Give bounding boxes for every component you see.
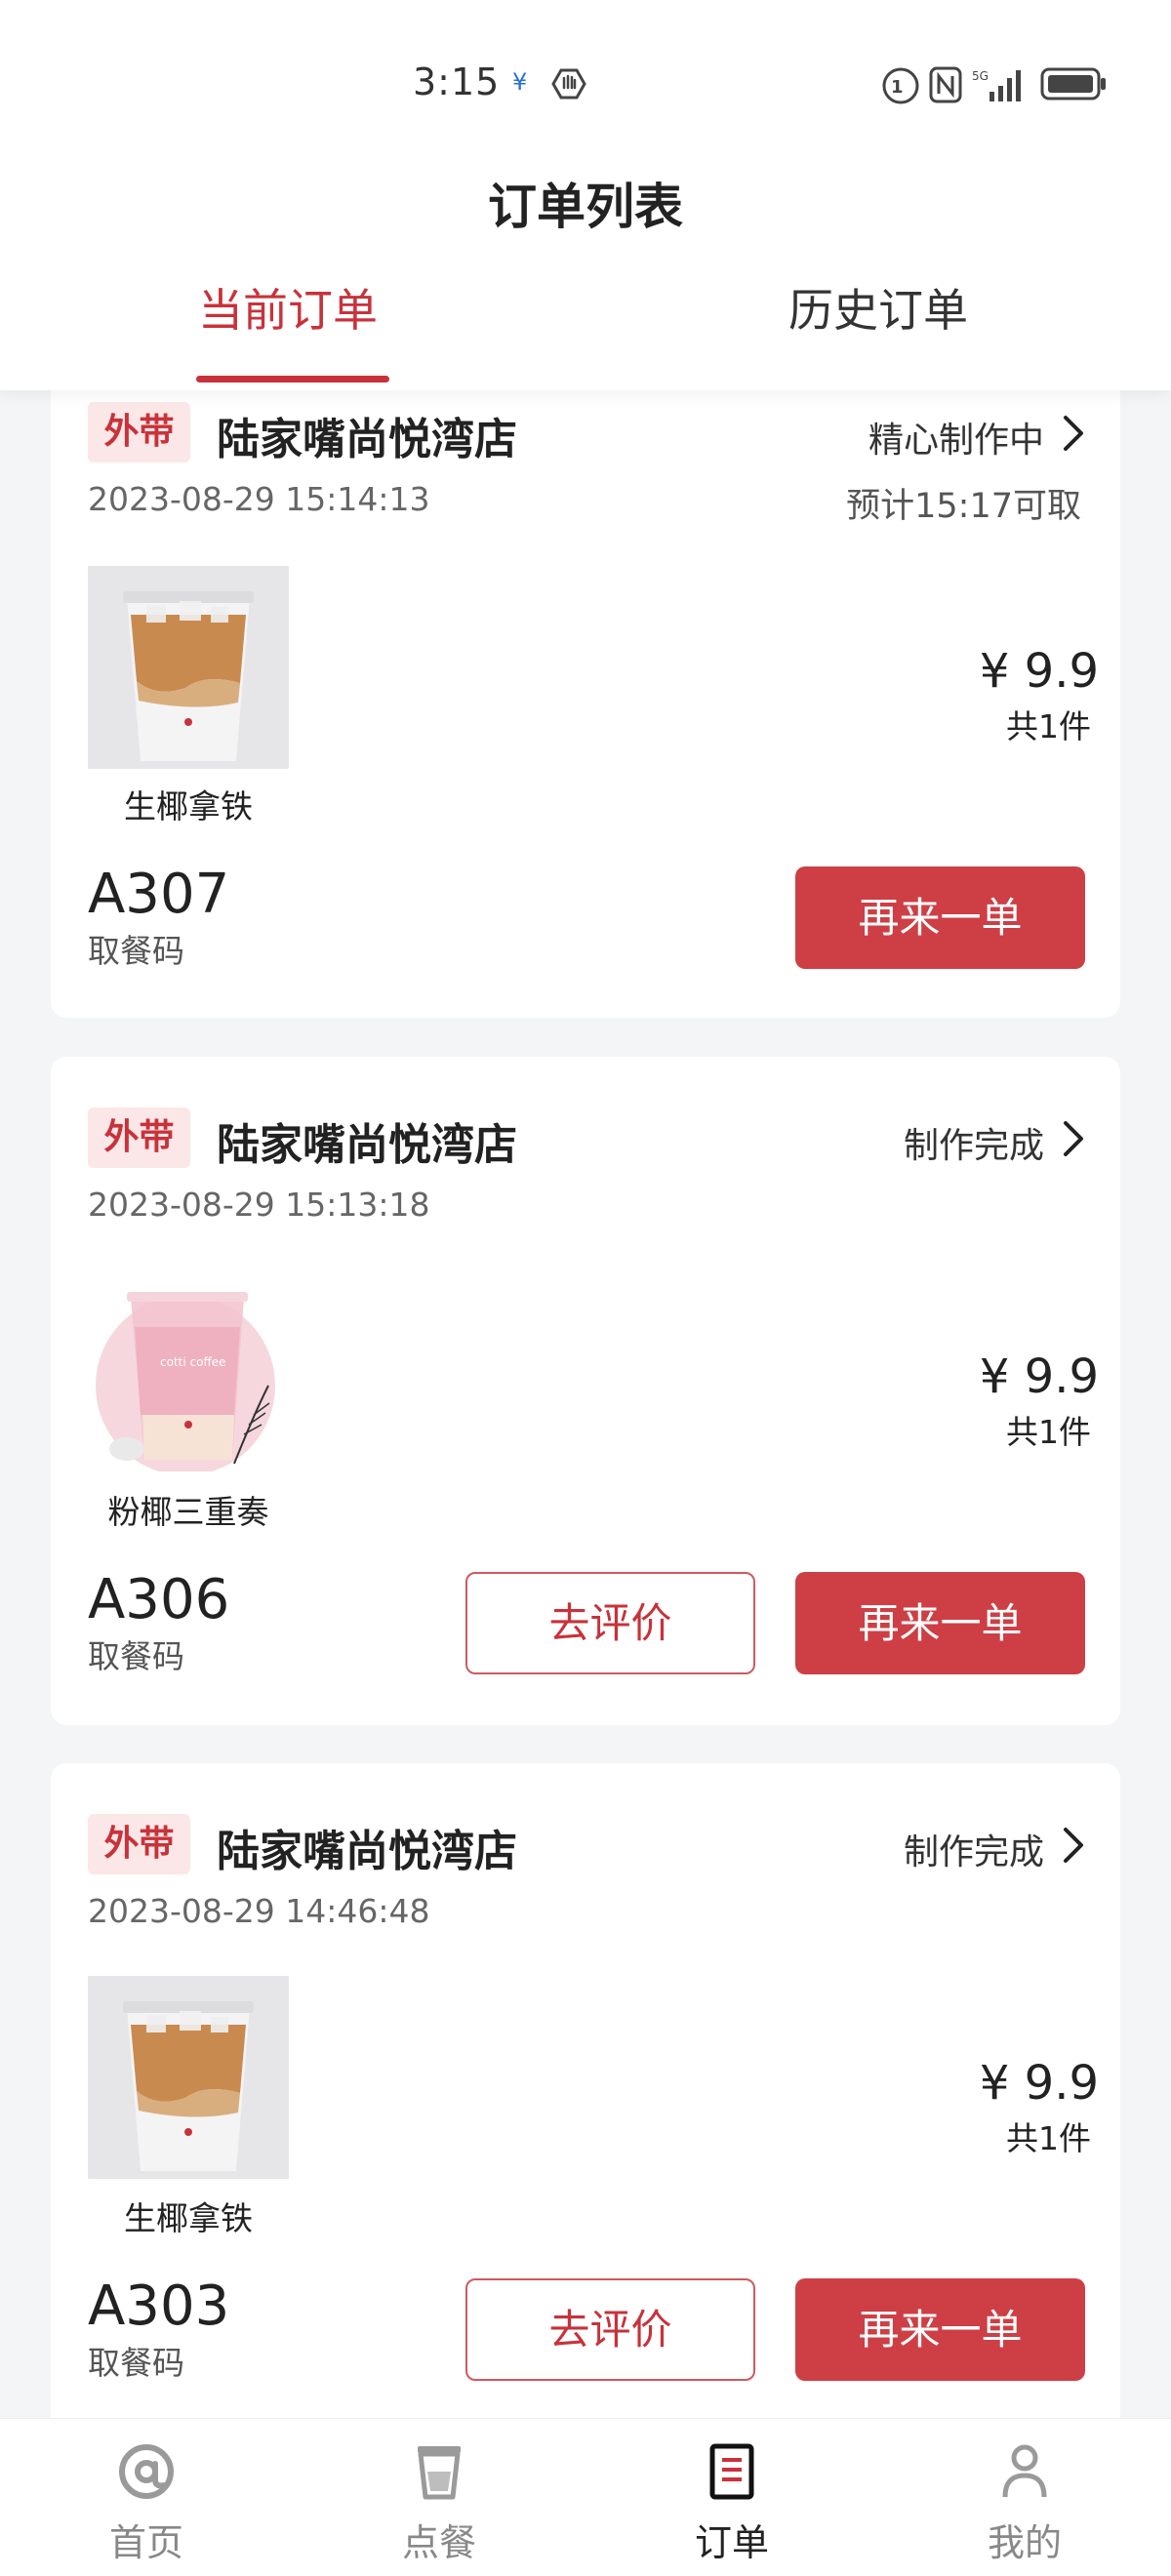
pickup-code-label: 取餐码 bbox=[88, 932, 184, 970]
order-card[interactable]: 外带 陆家嘴尚悦湾店 制作完成 2023-08-29 14:46:48 生椰拿铁… bbox=[51, 1763, 1120, 2446]
item-count: 共1件 bbox=[1006, 1413, 1091, 1451]
active-tab-indicator bbox=[196, 376, 389, 382]
order-price: ¥ 9.9 bbox=[979, 1349, 1099, 1404]
user-icon bbox=[1002, 2444, 1047, 2498]
nfc-icon bbox=[929, 66, 962, 103]
nav-item-orders[interactable]: 订单 bbox=[586, 2419, 878, 2576]
product-name: 生椰拿铁 bbox=[124, 787, 253, 825]
order-card[interactable]: 外带 陆家嘴尚悦湾店 制作完成 2023-08-29 15:13:18 cott… bbox=[51, 1057, 1120, 1725]
order-status[interactable]: 精心制作中 bbox=[868, 412, 1044, 463]
signal-icon: 5G bbox=[972, 69, 1021, 101]
order-time: 2023-08-29 15:13:18 bbox=[88, 1186, 430, 1224]
nav-label-orders: 订单 bbox=[694, 2521, 769, 2564]
product-name: 粉椰三重奏 bbox=[107, 1493, 269, 1531]
nav-label-home: 首页 bbox=[108, 2521, 183, 2564]
reorder-button[interactable]: 再来一单 bbox=[795, 866, 1085, 969]
payment-app-icon: ¥ bbox=[512, 68, 527, 94]
store-name: 陆家嘴尚悦湾店 bbox=[217, 1827, 517, 1876]
hand-gesture-icon bbox=[551, 68, 586, 100]
status-time: 3:15 bbox=[413, 60, 501, 103]
review-button[interactable]: 去评价 bbox=[465, 1572, 755, 1674]
battery-icon bbox=[1040, 67, 1106, 101]
nav-label-order-food: 点餐 bbox=[401, 2521, 476, 2564]
order-type-badge: 外带 bbox=[88, 1107, 190, 1168]
product-image bbox=[88, 566, 289, 769]
nav-item-order-food[interactable]: 点餐 bbox=[293, 2419, 586, 2576]
store-name: 陆家嘴尚悦湾店 bbox=[217, 1120, 517, 1170]
chevron-right-icon[interactable] bbox=[1062, 1826, 1085, 1865]
item-count: 共1件 bbox=[1006, 2119, 1091, 2157]
pickup-code-label: 取餐码 bbox=[88, 1637, 184, 1675]
order-status[interactable]: 制作完成 bbox=[904, 1824, 1044, 1874]
nav-label-profile: 我的 bbox=[987, 2521, 1062, 2564]
pickup-code-label: 取餐码 bbox=[88, 2344, 184, 2382]
reorder-button[interactable]: 再来一单 bbox=[795, 1572, 1085, 1674]
review-button[interactable]: 去评价 bbox=[465, 2278, 755, 2381]
order-type-badge: 外带 bbox=[88, 1814, 190, 1874]
order-price: ¥ 9.9 bbox=[979, 644, 1099, 699]
pickup-code: A306 bbox=[88, 1568, 230, 1631]
tab-current-orders[interactable]: 当前订单 bbox=[198, 275, 378, 340]
store-name: 陆家嘴尚悦湾店 bbox=[217, 415, 517, 464]
product-name: 生椰拿铁 bbox=[124, 2199, 253, 2237]
tab-history-orders[interactable]: 历史订单 bbox=[788, 275, 968, 340]
order-card[interactable]: 外带 陆家嘴尚悦湾店 精心制作中 2023-08-29 15:14:13 预计1… bbox=[51, 371, 1120, 1018]
svg-text:5G: 5G bbox=[972, 69, 989, 83]
bottom-navigation: 首页 点餐 订单 我的 bbox=[0, 2418, 1171, 2576]
chevron-right-icon[interactable] bbox=[1062, 1119, 1085, 1158]
estimated-pickup-time: 预计15:17可取 bbox=[846, 487, 1081, 526]
chevron-right-icon[interactable] bbox=[1062, 414, 1085, 453]
order-price: ¥ 9.9 bbox=[979, 2056, 1099, 2111]
reorder-button[interactable]: 再来一单 bbox=[795, 2278, 1085, 2381]
order-time: 2023-08-29 15:14:13 bbox=[88, 480, 430, 518]
order-status[interactable]: 制作完成 bbox=[904, 1117, 1044, 1168]
product-image bbox=[88, 1976, 289, 2179]
order-list-icon bbox=[709, 2443, 754, 2500]
product-image: cotti coffee bbox=[88, 1268, 289, 1471]
hd-call-icon: 1 bbox=[882, 67, 919, 104]
pickup-code: A303 bbox=[88, 2274, 230, 2338]
top-header: 3:15 ¥ 1 5G 订单列表 当前订单 历史订单 bbox=[0, 0, 1171, 390]
item-count: 共1件 bbox=[1006, 707, 1091, 745]
order-type-badge: 外带 bbox=[88, 402, 190, 463]
svg-text:cotti coffee: cotti coffee bbox=[160, 1355, 225, 1369]
pickup-code: A307 bbox=[88, 863, 230, 926]
cup-icon bbox=[418, 2446, 461, 2500]
svg-text:1: 1 bbox=[891, 77, 904, 98]
nav-item-profile[interactable]: 我的 bbox=[878, 2419, 1171, 2576]
page-title: 订单列表 bbox=[488, 179, 683, 235]
nav-item-home[interactable]: 首页 bbox=[0, 2419, 293, 2576]
svg-text:¥: ¥ bbox=[512, 68, 527, 94]
order-time: 2023-08-29 14:46:48 bbox=[88, 1892, 430, 1930]
at-sign-icon bbox=[119, 2444, 174, 2499]
